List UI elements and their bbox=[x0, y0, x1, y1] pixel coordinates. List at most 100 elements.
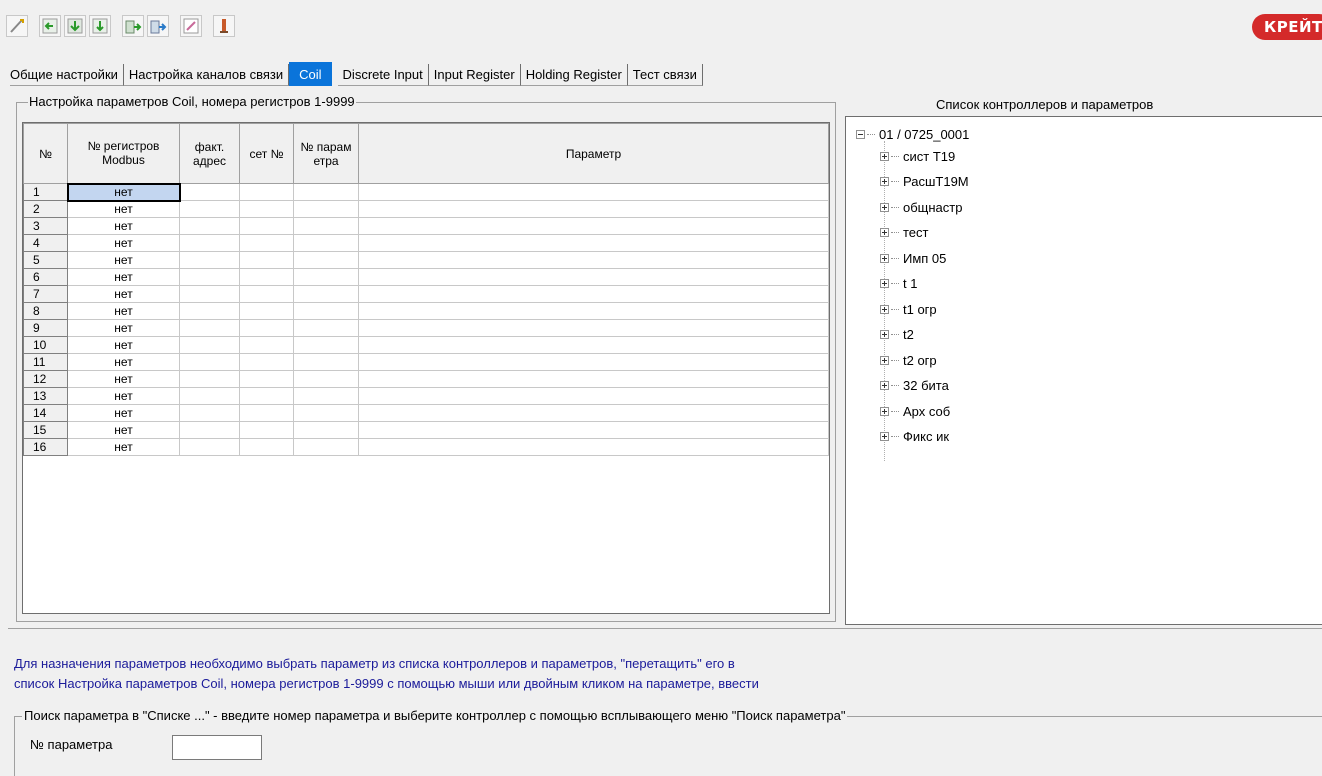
tree-item[interactable]: общнастр bbox=[880, 198, 962, 216]
net-number-cell[interactable] bbox=[239, 370, 294, 388]
info-icon[interactable] bbox=[213, 15, 235, 37]
modbus-register-cell[interactable]: нет bbox=[67, 421, 180, 439]
fact-address-cell[interactable] bbox=[179, 285, 240, 303]
param-number-cell[interactable] bbox=[293, 234, 359, 252]
fact-address-cell[interactable] bbox=[179, 421, 240, 439]
expand-icon[interactable] bbox=[880, 304, 889, 314]
fact-address-cell[interactable] bbox=[179, 404, 240, 422]
edit-icon[interactable] bbox=[6, 15, 28, 37]
column-header-num[interactable]: № bbox=[23, 123, 68, 184]
param-cell[interactable] bbox=[358, 370, 829, 388]
net-number-cell[interactable] bbox=[239, 200, 294, 218]
param-number-cell[interactable] bbox=[293, 319, 359, 337]
param-number-input[interactable] bbox=[172, 735, 262, 760]
param-cell[interactable] bbox=[358, 421, 829, 439]
tree-item[interactable]: t1 огр bbox=[880, 300, 937, 318]
param-number-cell[interactable] bbox=[293, 285, 359, 303]
fact-address-cell[interactable] bbox=[179, 217, 240, 235]
net-number-cell[interactable] bbox=[239, 217, 294, 235]
fact-address-cell[interactable] bbox=[179, 319, 240, 337]
modbus-register-cell[interactable]: нет bbox=[67, 217, 180, 235]
tree-item[interactable]: 32 бита bbox=[880, 377, 949, 395]
expand-icon[interactable] bbox=[880, 279, 889, 288]
column-header-param[interactable]: Параметр bbox=[358, 123, 829, 184]
tab-coil[interactable]: Coil bbox=[289, 62, 332, 86]
modbus-register-cell[interactable]: нет bbox=[67, 353, 180, 371]
arrow-down-icon[interactable] bbox=[89, 15, 111, 37]
net-number-cell[interactable] bbox=[239, 251, 294, 269]
tab-holding-register[interactable]: Holding Register bbox=[520, 64, 628, 86]
param-cell[interactable] bbox=[358, 404, 829, 422]
modbus-register-cell[interactable]: нет bbox=[67, 200, 180, 218]
fact-address-cell[interactable] bbox=[179, 183, 240, 201]
param-cell[interactable] bbox=[358, 268, 829, 286]
arrow-add-icon[interactable] bbox=[64, 15, 86, 37]
fact-address-cell[interactable] bbox=[179, 251, 240, 269]
modbus-register-cell[interactable]: нет bbox=[67, 387, 180, 405]
modbus-register-cell[interactable]: нет bbox=[67, 302, 180, 320]
table-row[interactable]: 1 нет bbox=[23, 182, 829, 202]
tree-item[interactable]: Фикс ик bbox=[880, 428, 949, 446]
param-number-cell[interactable] bbox=[293, 217, 359, 235]
column-header-net[interactable]: сет № bbox=[239, 123, 294, 184]
table-row[interactable]: 6 нет bbox=[23, 268, 829, 286]
modbus-register-cell[interactable]: нет bbox=[66, 182, 181, 202]
param-number-cell[interactable] bbox=[293, 183, 359, 201]
expand-icon[interactable] bbox=[880, 151, 889, 161]
param-cell[interactable] bbox=[358, 285, 829, 303]
expand-icon[interactable] bbox=[880, 202, 889, 212]
tree-item[interactable]: тест bbox=[880, 224, 929, 242]
column-header-fact-address[interactable]: факт. адрес bbox=[179, 123, 240, 184]
table-row[interactable]: 10 нет bbox=[23, 336, 829, 354]
modbus-register-cell[interactable]: нет bbox=[67, 319, 180, 337]
tree-root-node[interactable]: 01 / 0725_0001 bbox=[856, 125, 969, 143]
fact-address-cell[interactable] bbox=[179, 438, 240, 456]
net-number-cell[interactable] bbox=[239, 268, 294, 286]
net-number-cell[interactable] bbox=[239, 234, 294, 252]
net-number-cell[interactable] bbox=[239, 353, 294, 371]
param-cell[interactable] bbox=[358, 438, 829, 456]
expand-icon[interactable] bbox=[880, 432, 889, 441]
modbus-register-cell[interactable]: нет bbox=[67, 370, 180, 388]
tree-item[interactable]: сист Т19 bbox=[880, 147, 955, 165]
arrow-left-icon[interactable] bbox=[39, 15, 61, 37]
table-row[interactable]: 2 нет bbox=[23, 200, 829, 218]
tree-item[interactable]: Арх соб bbox=[880, 402, 950, 420]
net-number-cell[interactable] bbox=[239, 387, 294, 405]
column-header-modbus[interactable]: № регистров Modbus bbox=[67, 123, 180, 184]
param-cell[interactable] bbox=[358, 319, 829, 337]
modbus-register-cell[interactable]: нет bbox=[67, 251, 180, 269]
net-number-cell[interactable] bbox=[239, 336, 294, 354]
tab-connection-test[interactable]: Тест связи bbox=[627, 64, 703, 86]
expand-icon[interactable] bbox=[880, 330, 889, 339]
modbus-register-cell[interactable]: нет bbox=[67, 404, 180, 422]
param-number-cell[interactable] bbox=[293, 200, 359, 218]
tab-channel-settings[interactable]: Настройка каналов связи bbox=[123, 64, 290, 86]
table-row[interactable]: 4 нет bbox=[23, 234, 829, 252]
expand-icon[interactable] bbox=[880, 177, 889, 186]
param-cell[interactable] bbox=[358, 217, 829, 235]
tree-item[interactable]: РасшТ19М bbox=[880, 173, 969, 191]
param-number-cell[interactable] bbox=[293, 302, 359, 320]
table-row[interactable]: 13 нет bbox=[23, 387, 829, 405]
pencil-icon[interactable] bbox=[180, 15, 202, 37]
net-number-cell[interactable] bbox=[239, 302, 294, 320]
table-row[interactable]: 3 нет bbox=[23, 217, 829, 235]
table-row[interactable]: 7 нет bbox=[23, 285, 829, 303]
modbus-register-cell[interactable]: нет bbox=[67, 234, 180, 252]
param-number-cell[interactable] bbox=[293, 370, 359, 388]
net-number-cell[interactable] bbox=[239, 421, 294, 439]
table-row[interactable]: 11 нет bbox=[23, 353, 829, 371]
tab-discrete-input[interactable]: Discrete Input bbox=[337, 64, 429, 86]
expand-icon[interactable] bbox=[880, 228, 889, 237]
column-header-param-no[interactable]: № парам етра bbox=[293, 123, 359, 184]
param-cell[interactable] bbox=[358, 353, 829, 371]
fact-address-cell[interactable] bbox=[179, 234, 240, 252]
net-number-cell[interactable] bbox=[239, 183, 294, 201]
fact-address-cell[interactable] bbox=[179, 336, 240, 354]
modbus-register-cell[interactable]: нет bbox=[67, 336, 180, 354]
param-cell[interactable] bbox=[358, 336, 829, 354]
table-row[interactable]: 12 нет bbox=[23, 370, 829, 388]
tree-item[interactable]: t 1 bbox=[880, 275, 917, 293]
param-cell[interactable] bbox=[358, 200, 829, 218]
